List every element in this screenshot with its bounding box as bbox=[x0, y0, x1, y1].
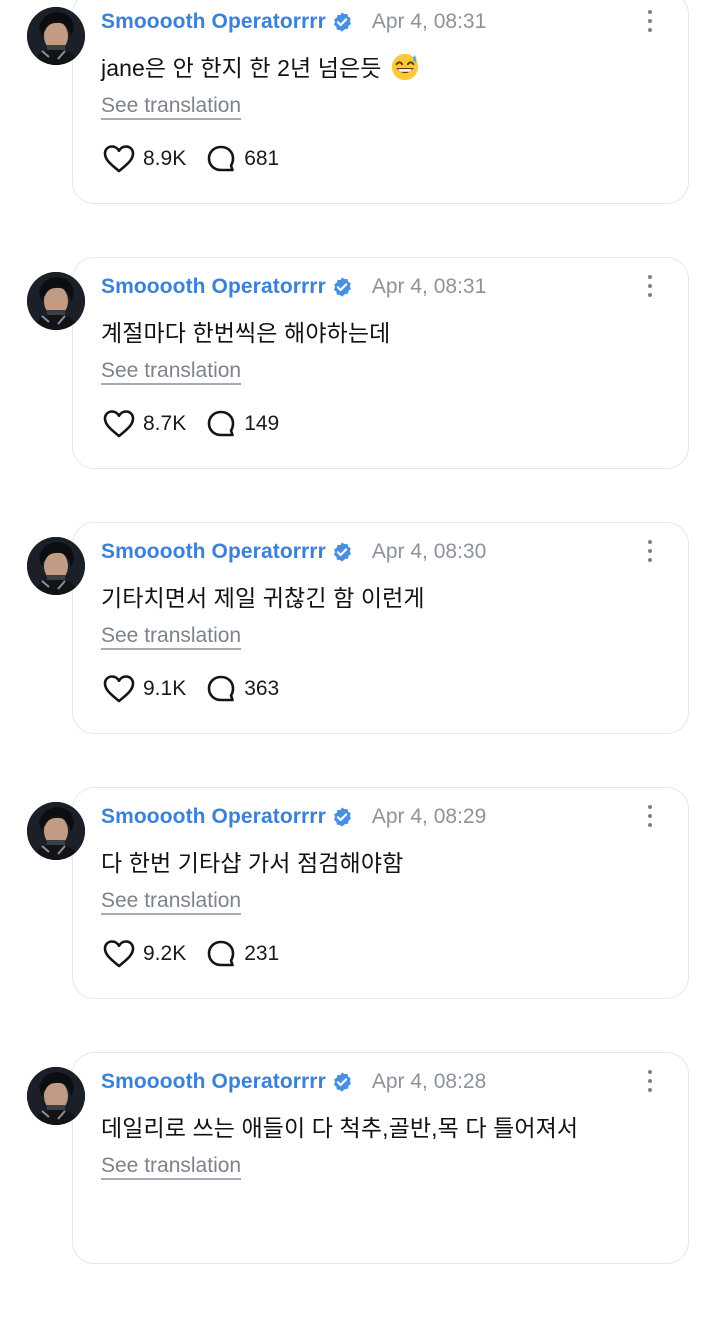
speech-bubble-icon bbox=[207, 145, 235, 172]
verified-badge-icon bbox=[333, 277, 351, 297]
like-count: 9.1K bbox=[143, 677, 187, 700]
post-timestamp: Apr 4, 08:30 bbox=[371, 540, 487, 563]
more-options-icon[interactable] bbox=[640, 1068, 660, 1094]
like-count: 9.2K bbox=[143, 942, 187, 965]
reply-count: 149 bbox=[244, 412, 280, 435]
author-name[interactable]: Smooooth Operatorrrr bbox=[101, 275, 326, 299]
reply-count: 231 bbox=[244, 942, 280, 965]
post-header: Smooooth Operatorrrr Apr 4, 08:31 bbox=[101, 10, 486, 34]
verified-badge-icon bbox=[333, 12, 351, 32]
avatar[interactable] bbox=[27, 802, 85, 860]
post-actions: 9.2K 231 bbox=[103, 938, 279, 970]
post-actions: 8.9K 681 bbox=[103, 143, 279, 175]
reply-count: 363 bbox=[244, 677, 280, 700]
avatar[interactable] bbox=[27, 1067, 85, 1125]
like-button[interactable]: 9.2K bbox=[103, 939, 186, 969]
post-timestamp: Apr 4, 08:31 bbox=[371, 275, 487, 298]
post: Smooooth Operatorrrr Apr 4, 08:31 계절마다 한… bbox=[0, 257, 721, 530]
post-actions: 8.7K 149 bbox=[103, 408, 279, 440]
like-count: 8.9K bbox=[143, 147, 187, 170]
grinning-sweat-emoji bbox=[391, 53, 419, 81]
heart-icon bbox=[103, 675, 135, 703]
reply-button[interactable]: 363 bbox=[206, 674, 279, 704]
verified-badge-icon bbox=[333, 1072, 351, 1092]
post-timestamp: Apr 4, 08:29 bbox=[371, 805, 487, 828]
more-options-icon[interactable] bbox=[640, 803, 660, 829]
like-button[interactable]: 8.7K bbox=[103, 409, 186, 439]
post-header: Smooooth Operatorrrr Apr 4, 08:29 bbox=[101, 805, 486, 829]
author-name[interactable]: Smooooth Operatorrrr bbox=[101, 1070, 326, 1094]
post: Smooooth Operatorrrr Apr 4, 08:28 데일리로 쓰… bbox=[0, 1052, 721, 1325]
see-translation-link[interactable]: See translation bbox=[101, 625, 242, 650]
post-feed: Smooooth Operatorrrr Apr 4, 08:31 jane은 … bbox=[0, 0, 721, 1264]
like-button[interactable]: 9.1K bbox=[103, 674, 186, 704]
see-translation-link[interactable]: See translation bbox=[101, 95, 242, 120]
verified-badge-icon bbox=[333, 807, 351, 827]
author-name[interactable]: Smooooth Operatorrrr bbox=[101, 540, 326, 564]
speech-bubble-icon bbox=[207, 675, 235, 702]
post-text: jane은 안 한지 한 2년 넘은듯 bbox=[101, 55, 382, 81]
post: Smooooth Operatorrrr Apr 4, 08:31 jane은 … bbox=[0, 0, 721, 265]
reply-button[interactable]: 681 bbox=[206, 144, 279, 174]
post-text: 기타치면서 제일 귀찮긴 함 이런게 bbox=[101, 585, 425, 611]
author-name[interactable]: Smooooth Operatorrrr bbox=[101, 805, 326, 829]
post-header: Smooooth Operatorrrr Apr 4, 08:31 bbox=[101, 275, 486, 299]
post-timestamp: Apr 4, 08:28 bbox=[371, 1070, 487, 1093]
more-options-icon[interactable] bbox=[640, 273, 660, 299]
heart-icon bbox=[103, 145, 135, 173]
reply-button[interactable]: 231 bbox=[206, 939, 279, 969]
see-translation-link[interactable]: See translation bbox=[101, 1155, 242, 1180]
post-header: Smooooth Operatorrrr Apr 4, 08:30 bbox=[101, 540, 486, 564]
post-text: 다 한번 기타샵 가서 점검해야함 bbox=[101, 850, 404, 876]
reply-button[interactable]: 149 bbox=[206, 409, 279, 439]
avatar[interactable] bbox=[27, 272, 85, 330]
speech-bubble-icon bbox=[207, 940, 235, 967]
post: Smooooth Operatorrrr Apr 4, 08:30 기타치면서 … bbox=[0, 522, 721, 795]
more-options-icon[interactable] bbox=[640, 538, 660, 564]
avatar[interactable] bbox=[27, 537, 85, 595]
post-text: 데일리로 쓰는 애들이 다 척추,골반,목 다 틀어져서 bbox=[101, 1115, 579, 1141]
heart-icon bbox=[103, 410, 135, 438]
like-count: 8.7K bbox=[143, 412, 187, 435]
speech-bubble-icon bbox=[207, 410, 235, 437]
author-name[interactable]: Smooooth Operatorrrr bbox=[101, 10, 326, 34]
verified-badge-icon bbox=[333, 542, 351, 562]
more-options-icon[interactable] bbox=[640, 8, 660, 34]
like-button[interactable]: 8.9K bbox=[103, 144, 186, 174]
avatar[interactable] bbox=[27, 7, 85, 65]
post-text-row: jane은 안 한지 한 2년 넘은듯 bbox=[101, 49, 420, 83]
post-actions: 9.1K 363 bbox=[103, 673, 279, 705]
see-translation-link[interactable]: See translation bbox=[101, 890, 242, 915]
post: Smooooth Operatorrrr Apr 4, 08:29 다 한번 기… bbox=[0, 787, 721, 1060]
heart-icon bbox=[103, 940, 135, 968]
see-translation-link[interactable]: See translation bbox=[101, 360, 242, 385]
reply-count: 681 bbox=[244, 147, 280, 170]
post-text: 계절마다 한번씩은 해야하는데 bbox=[101, 320, 391, 346]
post-timestamp: Apr 4, 08:31 bbox=[371, 10, 487, 33]
post-header: Smooooth Operatorrrr Apr 4, 08:28 bbox=[101, 1070, 486, 1094]
